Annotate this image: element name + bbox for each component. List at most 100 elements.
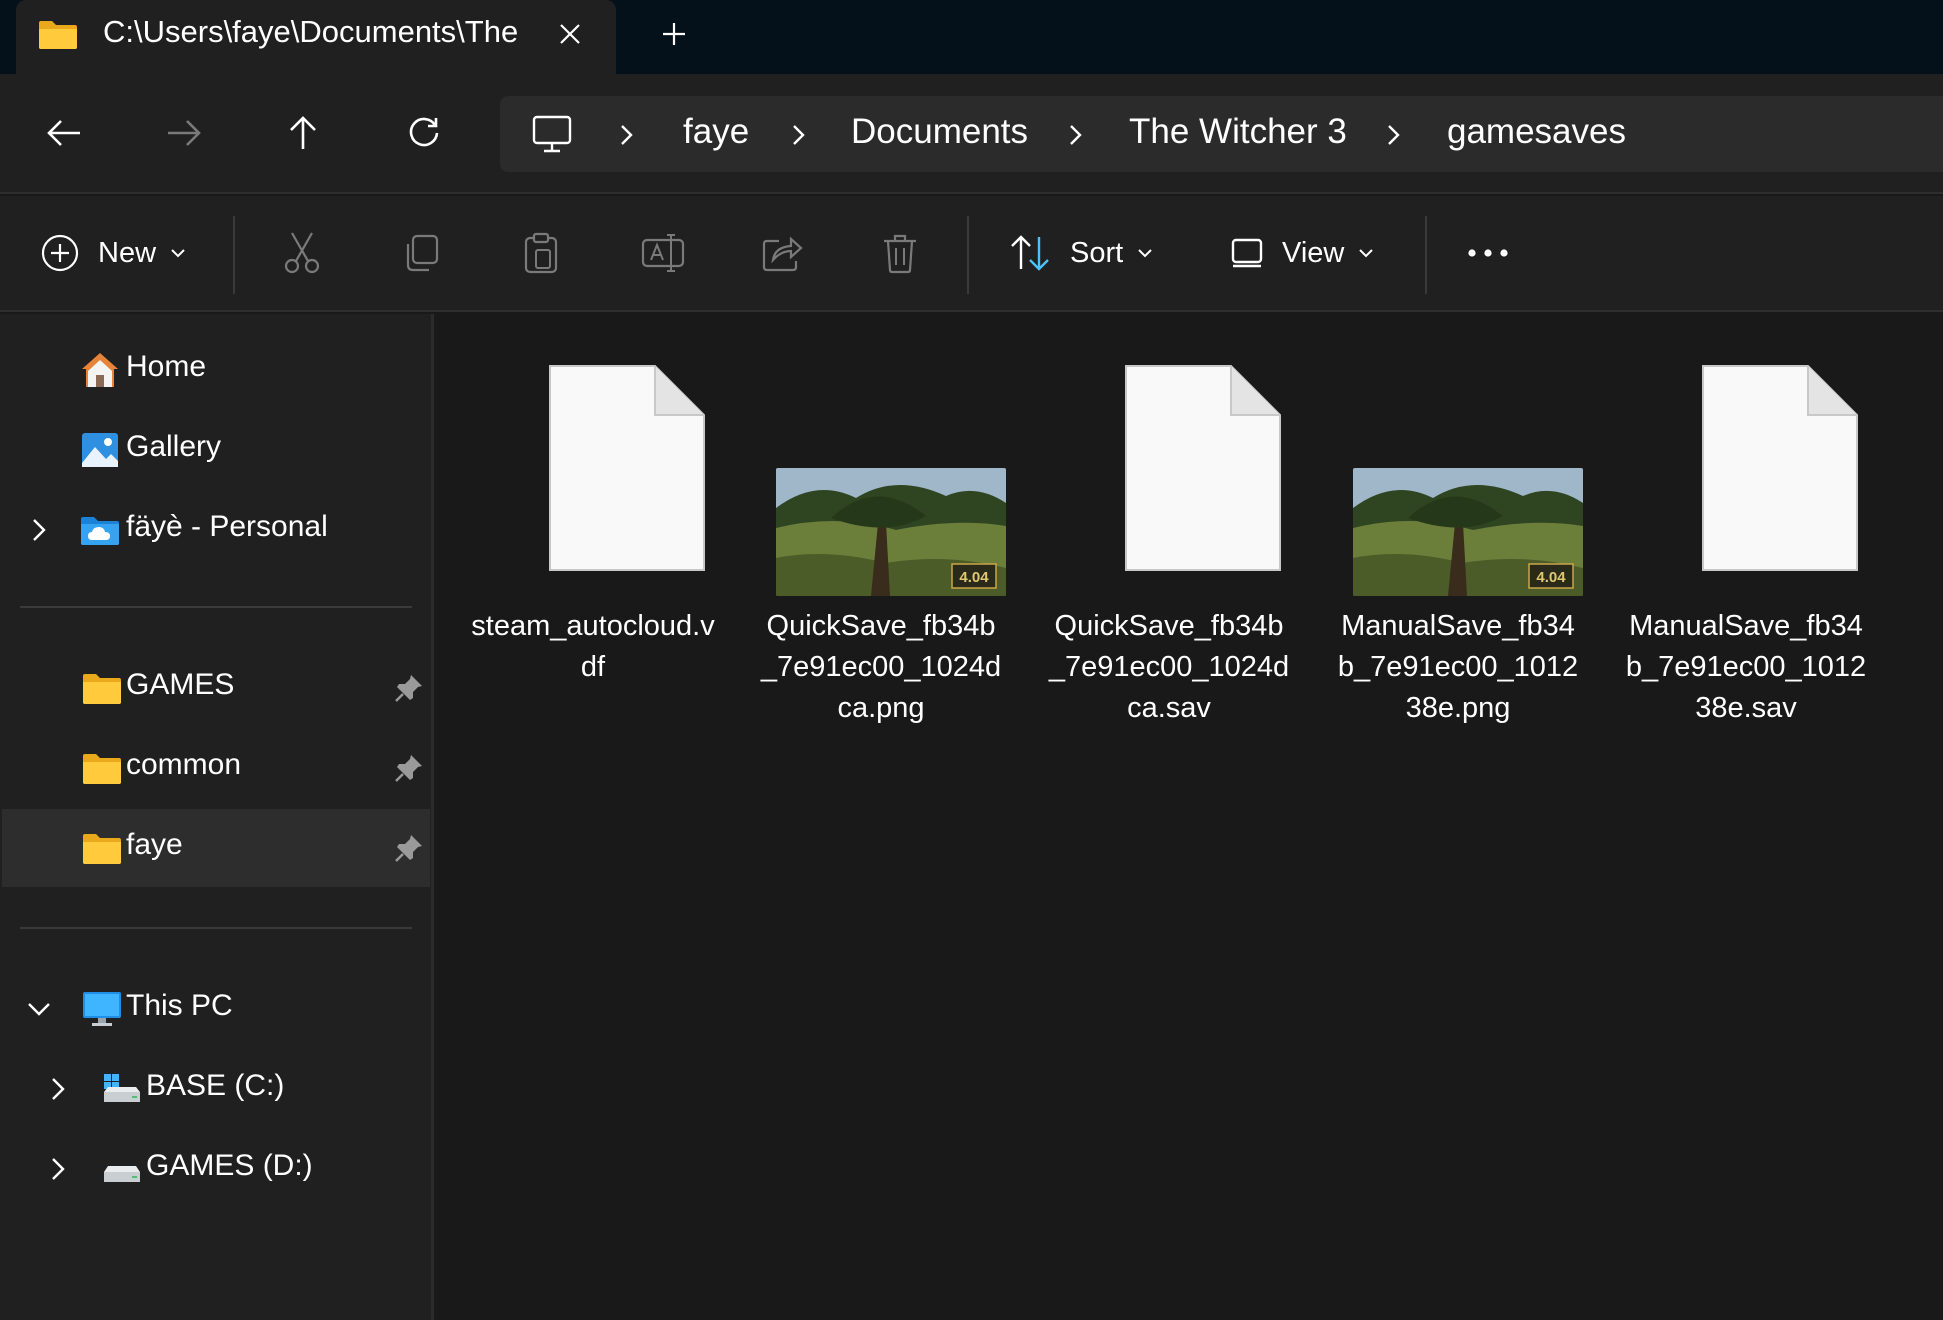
pin-icon[interactable] <box>394 753 424 783</box>
sidebar-item-this-pc[interactable]: This PC <box>2 970 430 1048</box>
arrow-left-icon <box>47 120 80 146</box>
rename-button[interactable] <box>641 218 685 288</box>
file-item[interactable]: QuickSave_fb34b_7e91ec00_1024dca.sav <box>1049 344 1315 724</box>
folder-icon <box>39 21 77 49</box>
folder-icon <box>83 754 121 784</box>
separator <box>967 216 969 294</box>
chevron-down-icon[interactable] <box>24 994 54 1024</box>
breadcrumb-documents[interactable]: Documents <box>851 112 1028 152</box>
address-bar[interactable]: faye Documents The Witcher 3 gamesaves <box>500 96 1943 172</box>
version-badge: 4.04 <box>959 569 989 586</box>
refresh-button[interactable] <box>387 96 461 170</box>
new-button[interactable]: New <box>40 218 186 288</box>
sort-icon <box>1011 235 1049 271</box>
document-icon <box>1125 365 1281 571</box>
file-name: ManualSave_fb34b_7e91ec00_101238e.sav <box>1625 610 1867 724</box>
new-tab-button[interactable] <box>652 12 696 56</box>
close-tab-button[interactable] <box>548 12 592 56</box>
arrow-up-icon <box>290 116 316 149</box>
navigation-pane: Home Gallery fäyè - Personal GAMES commo… <box>0 314 434 1320</box>
chevron-down-icon <box>1359 249 1374 258</box>
sidebar-item-drive-c[interactable]: BASE (C:) <box>2 1050 430 1128</box>
breadcrumb-the-witcher-3[interactable]: The Witcher 3 <box>1129 112 1347 152</box>
cut-button[interactable] <box>280 218 324 288</box>
breadcrumb-gamesaves[interactable]: gamesaves <box>1447 112 1626 152</box>
file-name: steam_autocloud.vdf <box>471 610 715 683</box>
sidebar-item-home[interactable]: Home <box>2 331 430 409</box>
file-name: QuickSave_fb34b_7e91ec00_1024dca.png <box>760 610 1002 724</box>
separator <box>1425 216 1427 294</box>
sidebar-item-drive-d[interactable]: GAMES (D:) <box>2 1130 430 1208</box>
chevron-right-icon <box>621 125 633 145</box>
home-icon <box>82 353 118 387</box>
computer-icon <box>83 992 121 1026</box>
command-bar: New Sort View <box>0 196 1943 312</box>
folder-icon <box>83 674 121 704</box>
trash-icon <box>884 234 916 274</box>
ellipsis-icon <box>1468 249 1508 257</box>
file-item[interactable]: 4.04 QuickSave_fb34b_7e91ec00_1024dca.pn… <box>761 344 1027 724</box>
paste-button[interactable] <box>521 218 561 288</box>
folder-icon <box>83 834 121 864</box>
chevron-down-icon <box>171 249 185 258</box>
share-icon <box>762 236 803 272</box>
sidebar-item-faye[interactable]: faye <box>2 809 430 887</box>
file-item[interactable]: ManualSave_fb34b_7e91ec00_101238e.sav <box>1626 344 1892 724</box>
computer-icon <box>532 115 572 153</box>
sidebar-item-label: fäyè - Personal <box>126 510 328 543</box>
sort-button-label: Sort <box>1070 236 1124 269</box>
tab-current[interactable]: C:\Users\faye\Documents\The <box>16 0 616 74</box>
file-item[interactable]: steam_autocloud.vdf <box>471 344 739 724</box>
copy-button[interactable] <box>401 218 441 288</box>
breadcrumb-faye[interactable]: faye <box>683 112 749 152</box>
close-icon <box>560 24 580 44</box>
chevron-right-icon[interactable] <box>43 1154 73 1184</box>
sidebar-item-onedrive-personal[interactable]: fäyè - Personal <box>2 491 430 569</box>
document-icon <box>549 365 705 571</box>
file-item[interactable]: 4.04 ManualSave_fb34b_7e91ec00_101238e.p… <box>1338 344 1604 724</box>
chevron-right-icon[interactable] <box>43 1074 73 1104</box>
sidebar-item-label: faye <box>126 828 183 861</box>
delete-button[interactable] <box>881 218 919 288</box>
plus-circle-icon <box>41 234 79 272</box>
view-button-label: View <box>1282 236 1345 269</box>
new-button-label: New <box>98 236 157 269</box>
document-icon <box>1702 365 1858 571</box>
chevron-right-icon[interactable] <box>24 515 54 545</box>
file-name: QuickSave_fb34b_7e91ec00_1024dca.sav <box>1048 610 1290 724</box>
chevron-right-icon <box>1070 125 1082 145</box>
more-options-button[interactable] <box>1466 218 1510 288</box>
navigation-bar: faye Documents The Witcher 3 gamesaves <box>0 74 1943 194</box>
gallery-icon <box>82 433 118 467</box>
sidebar-item-common[interactable]: common <box>2 729 430 807</box>
copy-icon <box>406 234 439 272</box>
share-button[interactable] <box>761 218 803 288</box>
back-button[interactable] <box>27 96 101 170</box>
separator <box>233 216 235 294</box>
windows-drive-icon <box>104 1074 140 1102</box>
pin-icon[interactable] <box>394 673 424 703</box>
sort-button[interactable]: Sort <box>1008 218 1153 288</box>
sidebar-item-label: Home <box>126 350 207 383</box>
up-button[interactable] <box>266 96 340 170</box>
chevron-down-icon <box>1138 249 1152 258</box>
file-name: ManualSave_fb34b_7e91ec00_101238e.png <box>1337 610 1579 724</box>
divider <box>20 927 412 929</box>
view-button[interactable]: View <box>1230 218 1374 288</box>
image-thumbnail: 4.04 <box>1353 468 1583 596</box>
sidebar-item-gallery[interactable]: Gallery <box>2 411 430 489</box>
title-bar: C:\Users\faye\Documents\The <box>0 0 1943 74</box>
pin-icon[interactable] <box>394 833 424 863</box>
forward-button[interactable] <box>147 96 221 170</box>
version-badge: 4.04 <box>1536 569 1566 586</box>
sidebar-item-label: BASE (C:) <box>146 1069 285 1102</box>
sidebar-item-label: This PC <box>126 989 233 1022</box>
plus-icon <box>663 23 685 45</box>
sidebar-item-games[interactable]: GAMES <box>2 649 430 727</box>
refresh-icon <box>409 117 439 147</box>
image-thumbnail: 4.04 <box>776 468 1006 596</box>
view-icon <box>1231 238 1263 268</box>
sidebar-item-label: GAMES <box>126 668 235 701</box>
chevron-right-icon <box>793 125 805 145</box>
scissors-icon <box>284 232 320 274</box>
